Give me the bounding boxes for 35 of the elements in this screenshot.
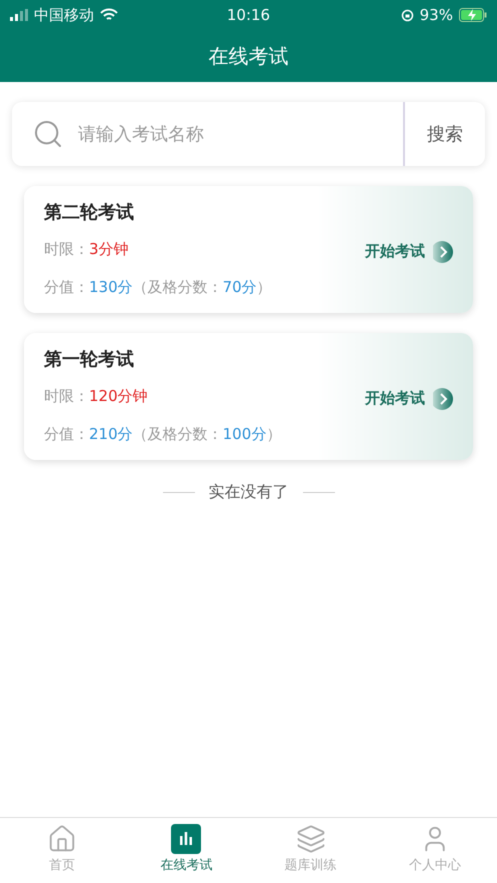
score-label: 分值： bbox=[44, 424, 89, 444]
closing-paren: ） bbox=[266, 424, 282, 444]
time-label: 时限： bbox=[44, 386, 89, 406]
time-label: 时限： bbox=[44, 240, 89, 258]
carrier-name: 中国移动 bbox=[34, 6, 94, 24]
pass-score: 70分 bbox=[222, 278, 257, 296]
wifi-icon bbox=[100, 8, 118, 22]
bar-chart-icon bbox=[171, 824, 202, 854]
exam-title: 第二轮考试 bbox=[44, 201, 135, 225]
tab-bar-item[interactable]: 在线考试 bbox=[124, 818, 248, 883]
search-button[interactable]: 搜索 bbox=[405, 102, 485, 166]
pass-label: （及格分数： bbox=[132, 424, 223, 444]
pass-score: 100分 bbox=[222, 424, 266, 444]
start-exam-button[interactable]: 开始考试 bbox=[365, 240, 453, 262]
time-limit: 120分钟 bbox=[89, 386, 148, 406]
chevron-right-icon bbox=[433, 388, 453, 410]
battery-percent: 93% bbox=[420, 6, 453, 24]
rotation-lock-icon bbox=[400, 8, 414, 22]
pass-label: （及格分数： bbox=[132, 278, 223, 296]
score-value: 210分 bbox=[89, 424, 133, 444]
layers-icon bbox=[296, 824, 326, 854]
end-of-list-text: 实在没有了 bbox=[208, 482, 288, 503]
chevron-right-icon bbox=[433, 240, 453, 262]
start-exam-button[interactable]: 开始考试 bbox=[365, 388, 453, 410]
exam-title: 第一轮考试 bbox=[44, 348, 135, 372]
closing-paren: ） bbox=[256, 278, 272, 296]
search-field[interactable]: 请输入考试名称 bbox=[12, 102, 405, 166]
score-label: 分值： bbox=[44, 278, 89, 296]
status-time: 10:16 bbox=[226, 6, 270, 24]
battery-charging-icon bbox=[458, 8, 487, 22]
page-title: 在线考试 bbox=[208, 42, 290, 70]
signal-icon bbox=[10, 9, 28, 21]
time-limit: 3分钟 bbox=[89, 240, 129, 258]
search-icon bbox=[32, 118, 64, 150]
score-value: 130分 bbox=[89, 278, 133, 296]
